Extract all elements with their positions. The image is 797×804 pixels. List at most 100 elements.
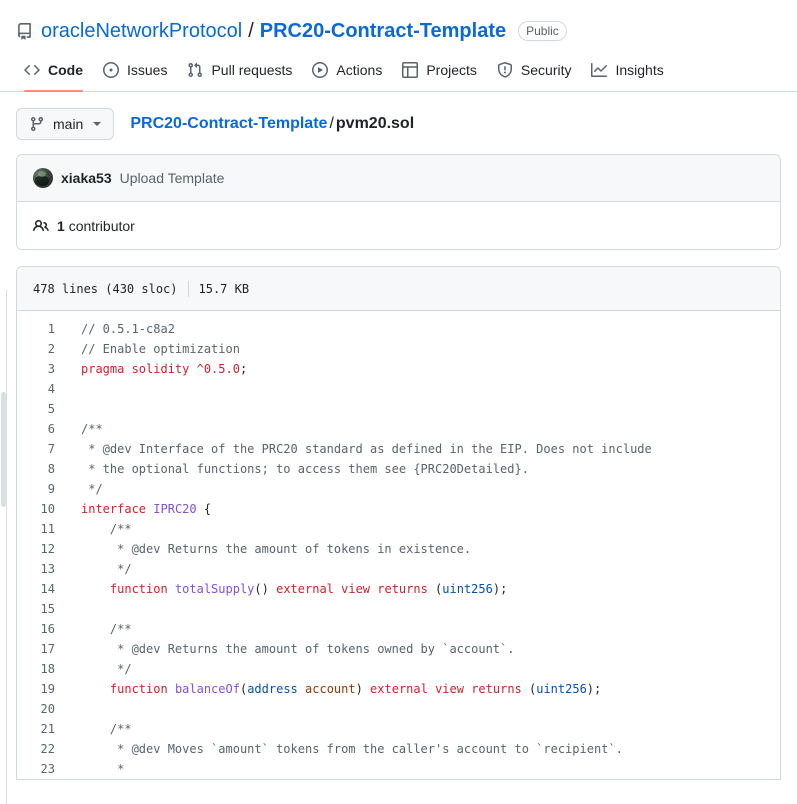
code-line: 5	[17, 399, 780, 419]
tab-issues[interactable]: Issues	[95, 48, 175, 91]
line-code: *	[69, 759, 124, 779]
line-number[interactable]: 8	[17, 459, 69, 479]
line-code: * @dev Returns the amount of tokens owne…	[69, 639, 514, 659]
line-number[interactable]: 21	[17, 719, 69, 739]
code-line: 23 *	[17, 759, 780, 779]
file-line-count: 478 lines (430 sloc)	[33, 281, 178, 296]
code-line: 4	[17, 379, 780, 399]
line-code: /**	[69, 419, 103, 439]
code-token: * @dev Interface of the PRC20 standard a…	[81, 442, 652, 456]
repo-breadcrumb-separator: /	[248, 19, 254, 42]
code-line: 22 * @dev Moves `amount` tokens from the…	[17, 739, 780, 759]
breadcrumb-separator: /	[329, 115, 334, 132]
repo-name-link[interactable]: PRC20-Contract-Template	[260, 19, 506, 43]
tab-projects[interactable]: Projects	[394, 48, 485, 91]
code-token: );	[586, 682, 602, 696]
commit-panel: xiaka53 Upload Template 1 contributor	[16, 154, 781, 250]
breadcrumb-file-name: pvm20.sol	[335, 115, 415, 132]
code-token: address	[247, 682, 298, 696]
code-line: 19 function balanceOf (address account) e…	[17, 679, 780, 699]
repo-header: oracleNetworkProtocol / PRC20-Contract-T…	[0, 0, 797, 48]
page-scrollbar-thumb[interactable]	[1, 392, 6, 507]
code-token: )	[355, 682, 371, 696]
commit-author-link[interactable]: xiaka53	[61, 170, 112, 186]
line-number[interactable]: 22	[17, 739, 69, 759]
line-number[interactable]: 17	[17, 639, 69, 659]
code-line: 6 /**	[17, 419, 780, 439]
branch-name-label: main	[53, 116, 84, 132]
tab-security-label: Security	[520, 61, 572, 78]
code-line: 2 // Enable optimization	[17, 339, 780, 359]
tab-code-label: Code	[48, 61, 83, 78]
code-token: /**	[81, 622, 132, 636]
tab-actions[interactable]: Actions	[304, 48, 390, 91]
line-number[interactable]: 23	[17, 759, 69, 779]
code-token: balanceOf	[174, 682, 240, 696]
code-token: * @dev Returns the amount of tokens owne…	[81, 642, 515, 656]
branch-selector-button[interactable]: main	[16, 108, 115, 140]
line-number[interactable]: 9	[17, 479, 69, 499]
code-token: /**	[81, 422, 103, 436]
line-code: function totalSupply() external view ret…	[69, 579, 507, 599]
latest-commit-row: xiaka53 Upload Template	[17, 155, 780, 201]
repo-owner-link[interactable]: oracleNetworkProtocol	[41, 19, 242, 43]
line-number[interactable]: 5	[17, 399, 69, 419]
line-code: * @dev Returns the amount of tokens in e…	[69, 539, 471, 559]
line-number[interactable]: 1	[17, 319, 69, 339]
code-token: IPRC20	[153, 502, 197, 516]
line-number[interactable]: 7	[17, 439, 69, 459]
line-number[interactable]: 15	[17, 599, 69, 619]
code-token: (	[427, 582, 443, 596]
line-number[interactable]: 16	[17, 619, 69, 639]
play-icon	[312, 61, 329, 78]
code-line: 7 * @dev Interface of the PRC20 standard…	[17, 439, 780, 459]
tab-insights[interactable]: Insights	[583, 48, 671, 91]
code-token: function	[109, 582, 168, 596]
code-line: 10 interface IPRC20 {	[17, 499, 780, 519]
line-code: * @dev Interface of the PRC20 standard a…	[69, 439, 652, 459]
avatar[interactable]	[33, 168, 53, 188]
line-number[interactable]: 10	[17, 499, 69, 519]
code-token: external view returns	[370, 682, 522, 696]
line-number[interactable]: 4	[17, 379, 69, 399]
line-code: // 0.5.1-c8a2	[69, 319, 175, 339]
commit-message[interactable]: Upload Template	[120, 170, 225, 186]
code-token: // Enable optimization	[81, 342, 240, 356]
tab-security[interactable]: Security	[489, 48, 580, 91]
code-token: uint256	[536, 682, 587, 696]
table-icon	[402, 61, 419, 78]
tab-actions-label: Actions	[336, 61, 383, 78]
code-content[interactable]: 1// 0.5.1-c8a2 2 // Enable optimization 3 pr…	[17, 311, 780, 779]
chevron-down-icon	[93, 122, 102, 126]
page-scrollbar[interactable]	[0, 0, 8, 804]
issue-opened-icon	[103, 61, 119, 78]
file-size: 15.7 KB	[198, 281, 250, 296]
code-token: ()	[254, 582, 277, 596]
code-token: external view returns	[276, 582, 428, 596]
people-icon	[33, 218, 49, 234]
contributors-label: 1 contributor	[57, 218, 135, 234]
file-navigation: main PRC20-Contract-Template / pvm20.sol	[0, 92, 797, 154]
tab-pull-requests[interactable]: Pull requests	[179, 48, 300, 91]
line-number[interactable]: 14	[17, 579, 69, 599]
line-number[interactable]: 20	[17, 699, 69, 719]
line-number[interactable]: 11	[17, 519, 69, 539]
line-code: pragma solidity ^0.5.0;	[69, 359, 247, 379]
tab-code[interactable]: Code	[16, 48, 91, 92]
line-code: // Enable optimization	[69, 339, 240, 359]
code-token: */	[81, 482, 103, 496]
line-number[interactable]: 3	[17, 359, 69, 379]
code-token: */	[81, 662, 132, 676]
code-token: /**	[81, 522, 132, 536]
line-number[interactable]: 18	[17, 659, 69, 679]
line-number[interactable]: 13	[17, 559, 69, 579]
breadcrumb-repo-link[interactable]: PRC20-Contract-Template	[130, 115, 327, 132]
line-number[interactable]: 2	[17, 339, 69, 359]
page-scrollbar-track-line	[6, 290, 7, 804]
line-number[interactable]: 12	[17, 539, 69, 559]
line-number[interactable]: 6	[17, 419, 69, 439]
line-number[interactable]: 19	[17, 679, 69, 699]
contributors-row[interactable]: 1 contributor	[17, 201, 780, 249]
